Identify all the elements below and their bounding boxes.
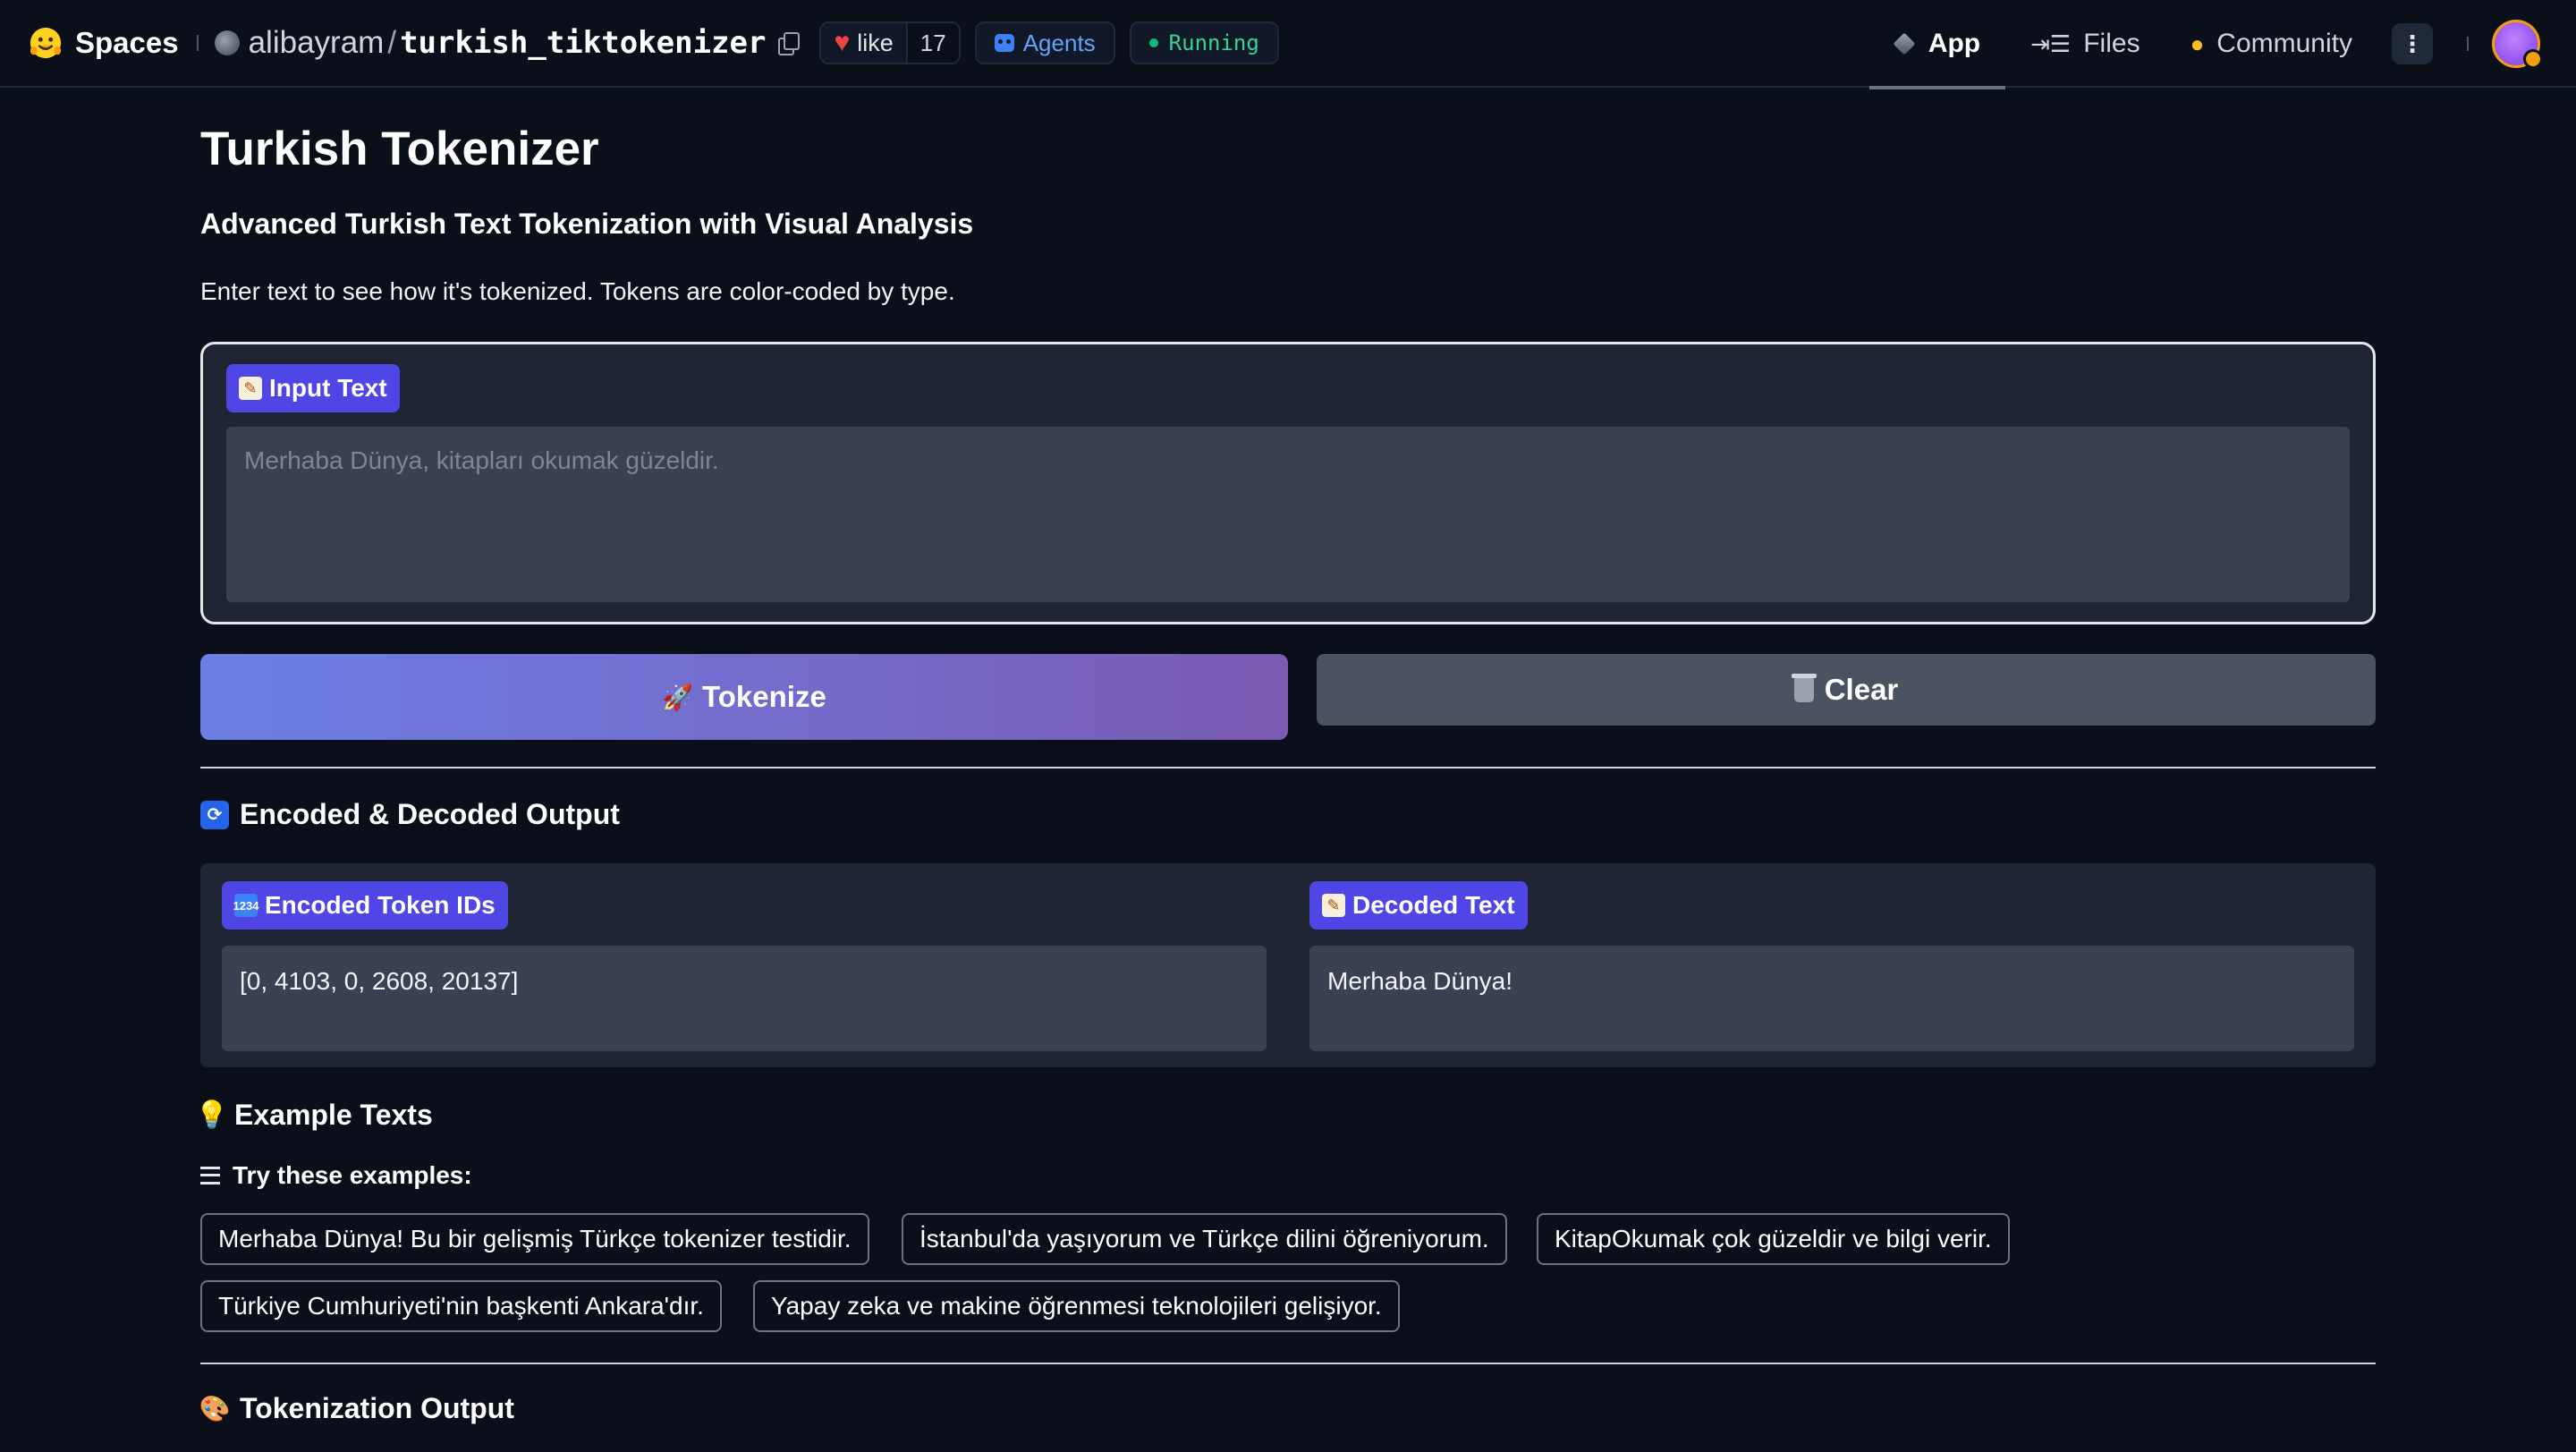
status-label: Running xyxy=(1168,30,1259,55)
decoded-label: ✎ Decoded Text xyxy=(1309,881,1528,930)
tokenize-button[interactable]: 🚀 Tokenize xyxy=(200,654,1288,740)
spaces-brand-link[interactable]: Spaces xyxy=(29,26,179,60)
spaces-label: Spaces xyxy=(75,26,179,59)
examples-label: Try these examples: xyxy=(200,1161,472,1190)
example-button[interactable]: İstanbul'da yaşıyorum ve Türkçe dilini ö… xyxy=(902,1213,1507,1265)
kebab-icon: ⋮ xyxy=(2401,30,2424,57)
top-navigation-bar: Spaces alibayram / turkish_tiktokenizer … xyxy=(0,0,2576,89)
copy-icon[interactable] xyxy=(778,32,801,55)
cube-icon xyxy=(1893,32,1916,55)
agents-button[interactable]: Agents xyxy=(974,21,1115,64)
like-group: ♥ like 17 xyxy=(819,21,961,64)
trash-icon xyxy=(1791,674,1817,702)
encoded-label-text: Encoded Token IDs xyxy=(265,891,496,919)
user-avatar[interactable] xyxy=(2492,20,2543,69)
input-text-label-text: Input Text xyxy=(269,374,387,402)
output-section-title-text: Encoded & Decoded Output xyxy=(240,798,620,830)
page-description: Enter text to see how it's tokenized. To… xyxy=(200,277,955,305)
more-options-button[interactable]: ⋮ xyxy=(2392,23,2433,64)
status-dot-icon xyxy=(1148,38,1158,47)
status-badge[interactable]: Running xyxy=(1129,21,1279,64)
tokenize-label: Tokenize xyxy=(702,680,826,713)
example-button[interactable]: Merhaba Dünya! Bu bir gelişmiş Türkçe to… xyxy=(200,1213,869,1265)
examples-section-title: 💡 Example Texts xyxy=(195,1099,433,1132)
list-icon xyxy=(200,1167,220,1185)
repo-owner-link[interactable]: alibayram xyxy=(249,25,385,61)
example-button[interactable]: KitapOkumak çok güzeldir ve bilgi verir. xyxy=(1537,1213,2010,1265)
repo-name-link[interactable]: turkish_tiktokenizer xyxy=(400,25,766,61)
tab-files[interactable]: ⇥☰ Files xyxy=(2005,0,2165,88)
clear-label: Clear xyxy=(1824,673,1899,706)
like-count[interactable]: 17 xyxy=(905,23,959,63)
encoded-output-box[interactable]: [0, 4103, 0, 2608, 20137] xyxy=(222,946,1267,1051)
heart-icon: ♥ xyxy=(834,28,851,57)
tab-app-label: App xyxy=(1928,29,1981,58)
input-text-label: ✎ Input Text xyxy=(226,364,400,412)
community-icon: ● xyxy=(2190,30,2205,57)
divider xyxy=(2467,37,2469,51)
memo-icon: ✎ xyxy=(1322,894,1345,917)
palette-icon: 🎨 xyxy=(199,1395,231,1422)
repo-slash: / xyxy=(387,25,397,60)
cycle-icon: ⟳ xyxy=(200,800,229,829)
lightbulb-icon: 💡 xyxy=(195,1100,229,1130)
decoded-label-text: Decoded Text xyxy=(1352,891,1515,919)
tab-app[interactable]: App xyxy=(1868,0,2006,89)
divider xyxy=(200,767,2376,768)
agents-label: Agents xyxy=(1022,29,1096,56)
example-button[interactable]: Yapay zeka ve makine öğrenmesi teknoloji… xyxy=(753,1280,1400,1332)
rocket-icon: 🚀 xyxy=(662,683,694,711)
output-panel: 1234 Encoded Token IDs [0, 4103, 0, 2608… xyxy=(200,863,2376,1067)
like-button[interactable]: ♥ like xyxy=(821,23,906,63)
tokenization-section-title-text: Tokenization Output xyxy=(240,1392,514,1424)
numbers-icon: 1234 xyxy=(233,894,258,917)
encoded-label: 1234 Encoded Token IDs xyxy=(222,881,508,930)
like-label: like xyxy=(857,29,894,56)
memo-icon: ✎ xyxy=(239,377,262,400)
examples-section-title-text: Example Texts xyxy=(234,1099,433,1131)
robot-icon xyxy=(994,34,1014,52)
owner-avatar xyxy=(214,30,240,55)
page-subtitle: Advanced Turkish Text Tokenization with … xyxy=(200,208,974,240)
tab-community-label: Community xyxy=(2216,29,2352,58)
tokenization-section-title: 🎨 Tokenization Output xyxy=(199,1392,514,1425)
example-button[interactable]: Türkiye Cumhuriyeti'nin başkenti Ankara'… xyxy=(200,1280,722,1332)
divider xyxy=(200,1363,2376,1364)
files-icon: ⇥☰ xyxy=(2030,30,2072,57)
output-section-title: ⟳ Encoded & Decoded Output xyxy=(200,798,620,831)
examples-label-text: Try these examples: xyxy=(233,1161,472,1189)
input-panel: ✎ Input Text Merhaba Dünya, kitapları ok… xyxy=(200,342,2376,624)
decoded-output-box[interactable]: Merhaba Dünya! xyxy=(1309,946,2354,1051)
hugging-face-logo-icon xyxy=(30,27,62,59)
page-title: Turkish Tokenizer xyxy=(200,123,599,175)
tab-files-label: Files xyxy=(2083,29,2140,58)
divider xyxy=(196,35,199,51)
input-textarea[interactable]: Merhaba Dünya, kitapları okumak güzeldir… xyxy=(226,427,2350,602)
tab-community[interactable]: ● Community xyxy=(2165,0,2377,88)
space-tabs: App ⇥☰ Files ● Community ⋮ xyxy=(1868,0,2576,89)
clear-button[interactable]: Clear xyxy=(1317,654,2376,726)
